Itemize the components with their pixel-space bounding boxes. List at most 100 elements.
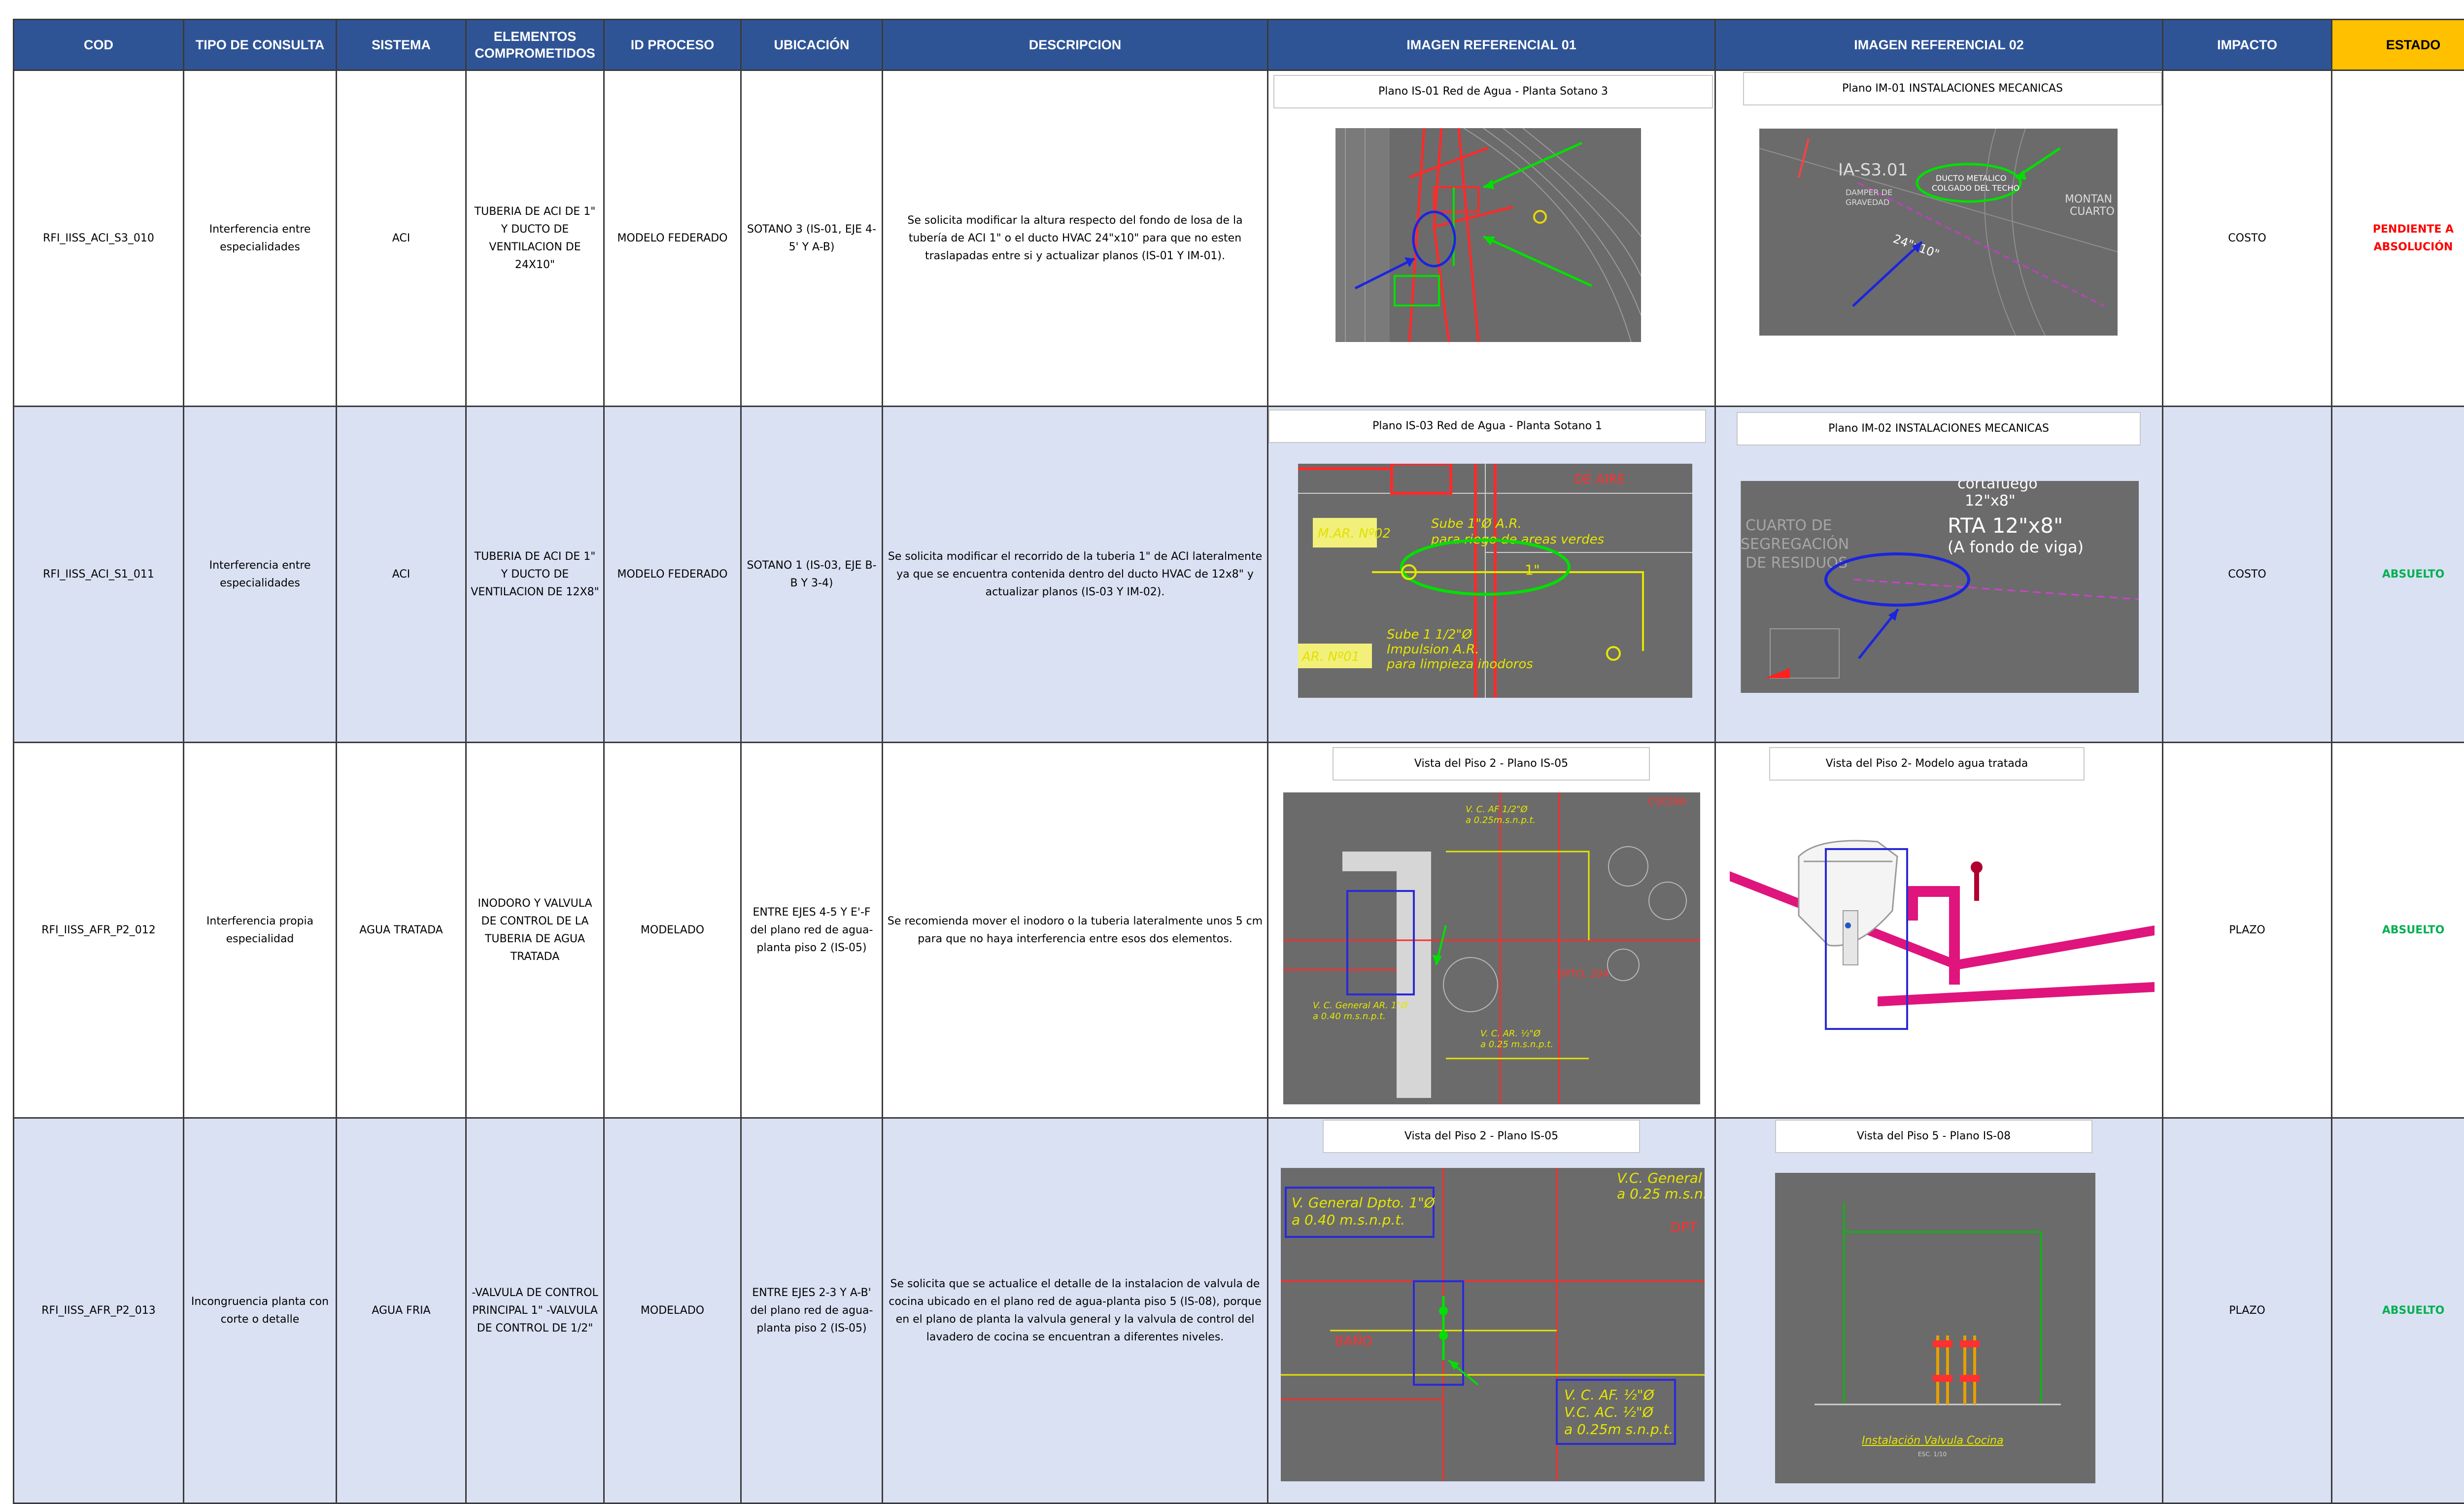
plan-label: V. C. AF 1/2"Ø <box>1466 804 1528 815</box>
plan-label: MONTAN <box>2065 193 2112 205</box>
plan-label: COCINA <box>1648 795 1687 807</box>
plan-label: a 0.25m s.n.p.t. <box>1564 1421 1673 1437</box>
plan-label: DUCTO METALICO <box>1936 173 2006 183</box>
plan-label: IA-S3.01 <box>1838 160 1908 180</box>
cell-cod: RFI_IISS_AFR_P2_012 <box>14 743 184 1118</box>
table-row: RFI_IISS_AFR_P2_013 Incongruencia planta… <box>14 1118 2464 1504</box>
drawing-plan-is01 <box>1335 128 1641 342</box>
col-descripcion: DESCRIPCION <box>883 20 1268 70</box>
plan-label: ESC. 1/10 <box>1918 1451 1947 1458</box>
status-badge: ABSUELTO <box>2332 743 2464 1118</box>
plan-label: DAMPER DE <box>1846 188 1892 197</box>
plan-label: para riego de areas verdes <box>1431 532 1604 547</box>
col-tipo: TIPO DE CONSULTA <box>184 20 337 70</box>
plan-label: GRAVEDAD <box>1846 198 1889 207</box>
plan-label: Impulsion A.R. <box>1387 642 1479 657</box>
plan-label: Instalación Valvula Cocina <box>1862 1435 2003 1447</box>
col-estado: ESTADO <box>2332 20 2464 70</box>
plan-label: V. C. General AR. 1"Ø <box>1313 1000 1408 1011</box>
drawing-detalle-valvula: Instalación Valvula Cocina ESC. 1/10 <box>1775 1173 2095 1483</box>
header-row: COD TIPO DE CONSULTA SISTEMA ELEMENTOS C… <box>14 20 2464 70</box>
plan-label: V.C. AC. ½"Ø <box>1564 1404 1654 1420</box>
cell-proceso: MODELADO <box>604 1118 741 1504</box>
cell-imagen-1: Plano IS-03 Red de Agua - Planta Sotano … <box>1268 407 1715 743</box>
plan-label: V. C. AF. ½"Ø <box>1564 1387 1655 1403</box>
plan-label: (A fondo de viga) <box>1948 538 2084 556</box>
cell-cod: RFI_IISS_AFR_P2_013 <box>14 1118 184 1504</box>
cell-descripcion: Se solicita modificar la altura respecto… <box>883 70 1268 407</box>
col-imagen-2: IMAGEN REFERENCIAL 02 <box>1715 20 2163 70</box>
cell-descripcion: Se solicita modificar el recorrido de la… <box>883 407 1268 743</box>
cell-imagen-2: Vista del Piso 2- Modelo agua tratada <box>1715 743 2163 1118</box>
cell-ubicacion: SOTANO 1 (IS-03, EJE B-B Y 3-4) <box>741 407 883 743</box>
table-row: RFI_IISS_ACI_S1_011 Interferencia entre … <box>14 407 2464 743</box>
col-ubicacion: UBICACIÓN <box>741 20 883 70</box>
plan-label: CUARTO DE <box>1745 517 1832 534</box>
status-badge: ABSUELTO <box>2332 407 2464 743</box>
image-caption: Plano IM-02 INSTALACIONES MECANICAS <box>1737 412 2141 445</box>
cell-tipo: Interferencia propia especialidad <box>184 743 337 1118</box>
cell-impacto: COSTO <box>2163 70 2332 407</box>
cell-ubicacion: ENTRE EJES 2-3 Y A-B' del plano red de a… <box>741 1118 883 1504</box>
plan-label: AR. Nº01 <box>1301 649 1360 664</box>
rfi-table: COD TIPO DE CONSULTA SISTEMA ELEMENTOS C… <box>13 19 2464 1504</box>
table-row: RFI_IISS_AFR_P2_012 Interferencia propia… <box>14 743 2464 1118</box>
cell-elementos: TUBERIA DE ACI DE 1" Y DUCTO DE VENTILAC… <box>466 70 604 407</box>
image-caption: Vista del Piso 5 - Plano IS-08 <box>1775 1120 2092 1153</box>
cell-imagen-2: Plano IM-02 INSTALACIONES MECANICAS cort… <box>1715 407 2163 743</box>
drawing-plan-is03: M.AR. Nº02 AR. Nº01 Sube 1"Ø A.R. para r… <box>1298 464 1692 698</box>
plan-label: BAÑO <box>1335 1333 1372 1349</box>
plan-label: DPT <box>1670 1219 1698 1235</box>
cell-imagen-1: Vista del Piso 2 - Plano IS-05 V. Genera… <box>1268 1118 1715 1504</box>
cell-imagen-1: Vista del Piso 2 - Plano IS-05 <box>1268 743 1715 1118</box>
image-caption: Plano IS-03 Red de Agua - Planta Sotano … <box>1268 410 1706 443</box>
plan-label: DPTO. 204 <box>1557 968 1609 980</box>
image-caption: Plano IS-01 Red de Agua - Planta Sotano … <box>1273 75 1713 108</box>
col-proceso: ID PROCESO <box>604 20 741 70</box>
cell-imagen-2: Vista del Piso 5 - Plano IS-08 <box>1715 1118 2163 1504</box>
cell-sistema: ACI <box>337 70 466 407</box>
image-caption: Plano IM-01 INSTALACIONES MECANICAS <box>1743 72 2162 105</box>
col-cod: COD <box>14 20 184 70</box>
cell-impacto: COSTO <box>2163 407 2332 743</box>
cell-impacto: PLAZO <box>2163 743 2332 1118</box>
cell-impacto: PLAZO <box>2163 1118 2332 1504</box>
col-impacto: IMPACTO <box>2163 20 2332 70</box>
plan-label: a 0.40 m.s.n.p.t. <box>1313 1011 1386 1022</box>
plan-label: cortafuego <box>1957 481 2038 492</box>
plan-label: RTA 12"x8" <box>1948 513 2063 538</box>
cell-elementos: INODORO Y VALVULA DE CONTROL DE LA TUBER… <box>466 743 604 1118</box>
plan-label: a 0.40 m.s.n.p.t. <box>1292 1212 1405 1228</box>
cell-proceso: MODELO FEDERADO <box>604 407 741 743</box>
plan-label: V. General Dpto. 1"Ø <box>1292 1195 1436 1211</box>
cell-ubicacion: ENTRE EJES 4-5 Y E'-F del plano red de a… <box>741 743 883 1118</box>
cell-elementos: -VALVULA DE CONTROL PRINCIPAL 1" -VALVUL… <box>466 1118 604 1504</box>
cell-tipo: Interferencia entre especialidades <box>184 70 337 407</box>
plan-label: 12"x8" <box>1965 492 2016 510</box>
plan-label: COLGADO DEL TECHO <box>1932 183 2019 193</box>
plan-label: V. C. AR. ½"Ø <box>1480 1028 1541 1039</box>
col-sistema: SISTEMA <box>337 20 466 70</box>
status-badge: ABSUELTO <box>2332 1118 2464 1504</box>
drawing-model-agua-tratada <box>1730 827 2155 1093</box>
plan-label: a 0.25m.s.n.p.t. <box>1466 815 1536 825</box>
plan-label: SEGREGACIÓN <box>1741 535 1849 553</box>
image-caption: Vista del Piso 2 - Plano IS-05 <box>1333 747 1650 781</box>
col-imagen-1: IMAGEN REFERENCIAL 01 <box>1268 20 1715 70</box>
cell-ubicacion: SOTANO 3 (IS-01, EJE 4-5' Y A-B) <box>741 70 883 407</box>
cell-cod: RFI_IISS_ACI_S1_011 <box>14 407 184 743</box>
status-badge: PENDIENTE A ABSOLUCIÓN <box>2332 70 2464 407</box>
cell-descripcion: Se recomienda mover el inodoro o la tube… <box>883 743 1268 1118</box>
cell-tipo: Interferencia entre especialidades <box>184 407 337 743</box>
plan-label: a 0.25 m.s.n.p.t. <box>1480 1039 1553 1050</box>
drawing-plan-is05-b: V. General Dpto. 1"Ø a 0.40 m.s.n.p.t. V… <box>1281 1168 1705 1481</box>
table-row: RFI_IISS_ACI_S3_010 Interferencia entre … <box>14 70 2464 407</box>
cell-tipo: Incongruencia planta con corte o detalle <box>184 1118 337 1504</box>
drawing-plan-im01: IA-S3.01 DAMPER DE GRAVEDAD DUCTO METALI… <box>1759 129 2118 336</box>
col-elementos: ELEMENTOS COMPROMETIDOS <box>466 20 604 70</box>
drawing-plan-im02: cortafuego 12"x8" RTA 12"x8" (A fondo de… <box>1741 481 2139 693</box>
plan-label: Sube 1 1/2"Ø <box>1387 627 1472 642</box>
plan-label: DE AIRE <box>1574 472 1626 487</box>
plan-label: CUARTO <box>2070 205 2115 218</box>
cell-sistema: ACI <box>337 407 466 743</box>
